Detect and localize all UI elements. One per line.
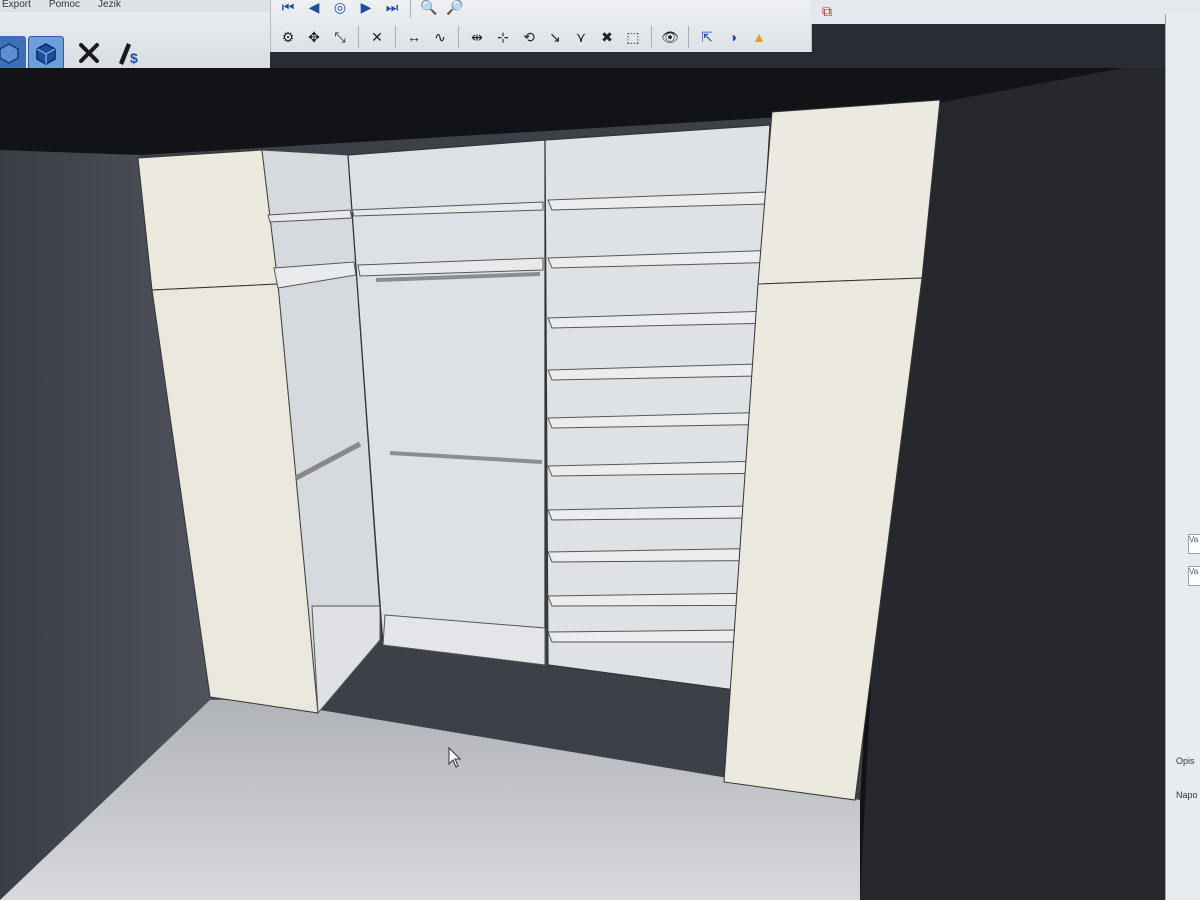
shelf: [547, 629, 739, 643]
arrow-icon[interactable]: ↘: [544, 26, 566, 48]
value-field[interactable]: Va: [1188, 534, 1200, 554]
svg-text:$: $: [130, 50, 138, 66]
tools-icon[interactable]: [72, 36, 106, 70]
wardrobe-model: [0, 68, 1165, 900]
export-icon[interactable]: ⇱: [696, 26, 718, 48]
toolbar-separator: [651, 26, 652, 48]
window-icon[interactable]: ⧉: [816, 0, 838, 22]
eye-icon[interactable]: 👁: [659, 26, 681, 48]
properties-panel: Va Va Opis Napo: [1165, 14, 1200, 900]
menu-pomoc[interactable]: Pomoc: [49, 0, 80, 12]
transform-icon[interactable]: ⤡: [329, 26, 351, 48]
opis-label: Opis: [1176, 756, 1195, 766]
menu-jezik[interactable]: Jezik: [98, 0, 121, 12]
left-toolbar: $: [0, 12, 270, 72]
menu-export[interactable]: Export: [2, 0, 31, 12]
cube-solid-icon[interactable]: [28, 36, 64, 72]
left-end-panel-top: [137, 149, 279, 291]
shading-icon[interactable]: ◑: [722, 26, 744, 48]
back-icon[interactable]: ◀: [303, 0, 325, 18]
close-icon[interactable]: ✖: [596, 26, 618, 48]
target-icon[interactable]: ◎: [329, 0, 351, 18]
right-toolbar: ⧉: [810, 0, 1200, 24]
first-icon[interactable]: ⏮: [277, 0, 299, 18]
drive-icon[interactable]: ▲: [748, 26, 770, 48]
shelf: [547, 592, 742, 607]
move-icon[interactable]: ✥: [303, 26, 325, 48]
right-end-panel-top: [757, 99, 941, 285]
forward-icon[interactable]: ▶: [355, 0, 377, 18]
add-point-icon[interactable]: ⊹: [492, 26, 514, 48]
distance-icon[interactable]: ↔: [403, 26, 425, 48]
dimension-icon[interactable]: ⇹: [466, 26, 488, 48]
zoom-out-icon[interactable]: 🔎: [444, 0, 466, 18]
value-field[interactable]: Va: [1188, 566, 1200, 586]
toolbar-separator: [688, 26, 689, 48]
select-frame-icon[interactable]: ⬚: [622, 26, 644, 48]
node-icon[interactable]: ⋎: [570, 26, 592, 48]
napo-label: Napo: [1176, 790, 1198, 800]
zoom-in-icon[interactable]: 🔍: [418, 0, 440, 18]
toolbar-separator: [395, 26, 396, 48]
price-tag-icon[interactable]: $: [110, 36, 144, 70]
rotate-icon[interactable]: ⟲: [518, 26, 540, 48]
main-toolbar: ⏮ ◀ ◎ ▶ ⏭ 🔍 🔎 ⚙ ✥ ⤡ ✕ ↔ ∿ ⇹ ⊹ ⟲ ↘ ⋎ ✖ ⬚ …: [270, 0, 812, 52]
menu-bar: Export Pomoc Jezik: [0, 0, 272, 12]
toolbar-separator: [358, 26, 359, 48]
toolbar-separator: [410, 0, 411, 18]
3d-viewport[interactable]: [0, 68, 1165, 900]
last-icon[interactable]: ⏭: [381, 0, 403, 18]
delete-line-icon[interactable]: ✕: [366, 26, 388, 48]
curve-icon[interactable]: ∿: [429, 26, 451, 48]
cube-outline-icon[interactable]: [0, 36, 26, 70]
settings-icon[interactable]: ⚙: [277, 26, 299, 48]
toolbar-separator: [458, 26, 459, 48]
